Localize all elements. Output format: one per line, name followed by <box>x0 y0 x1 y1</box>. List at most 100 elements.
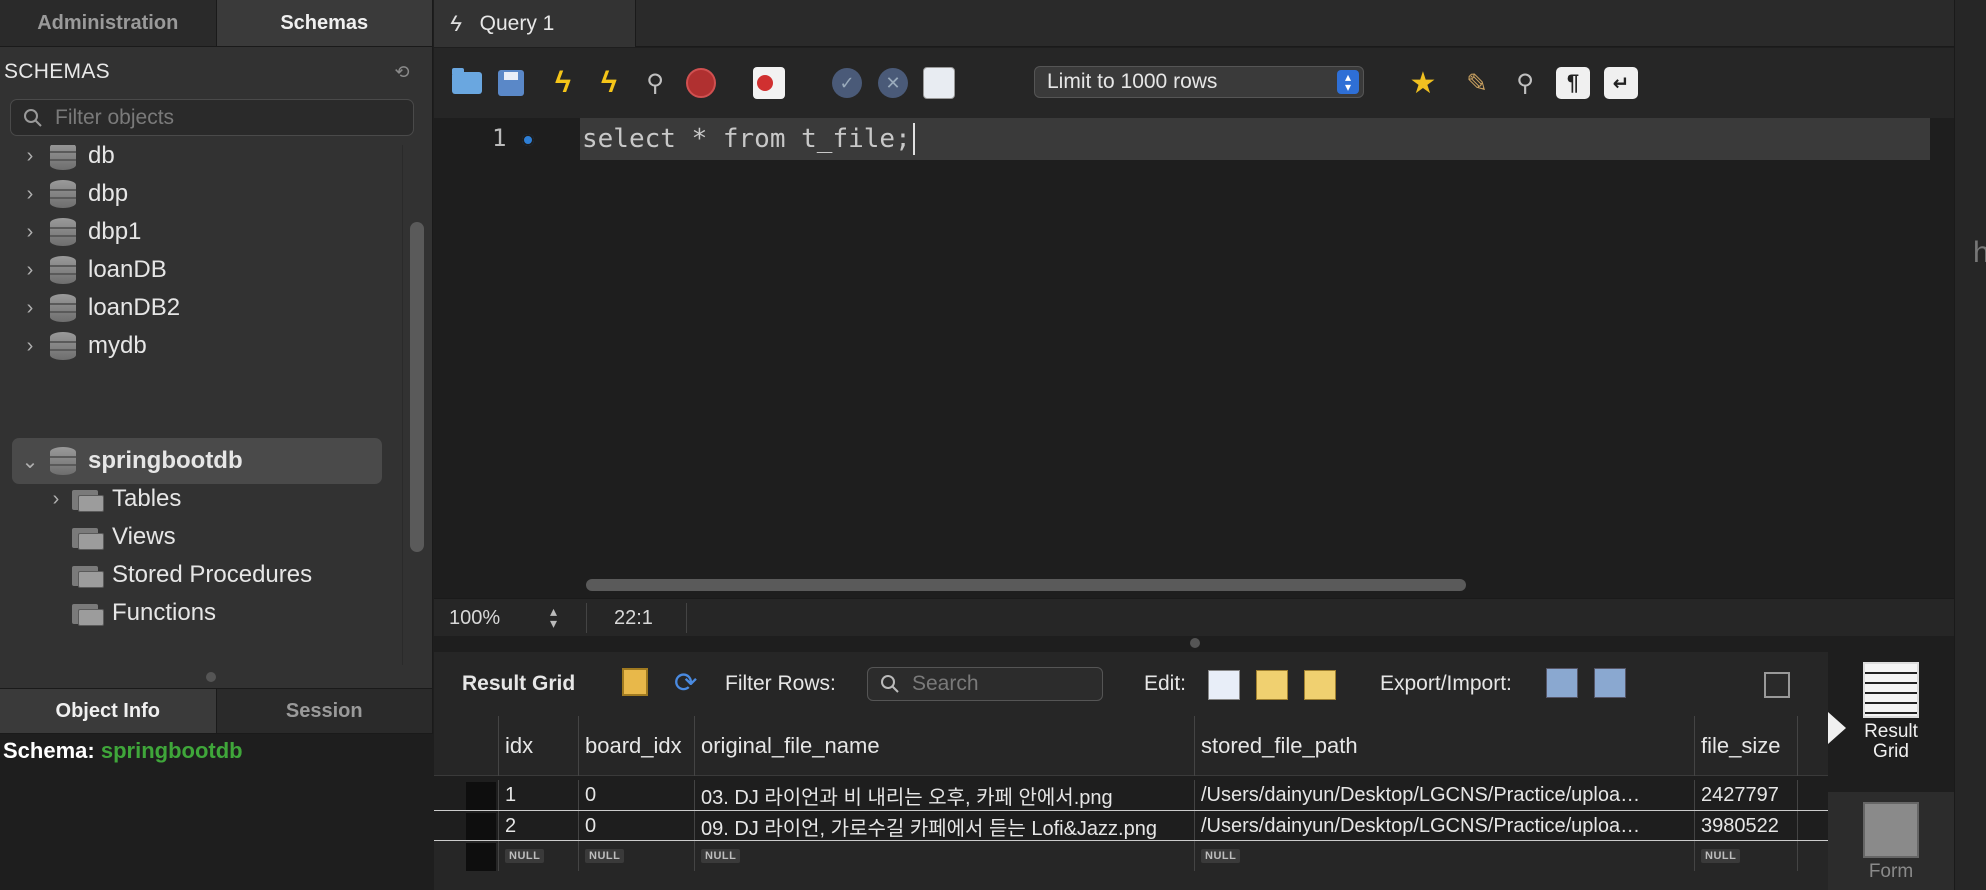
table-cell[interactable]: NULL <box>578 841 694 871</box>
result-grid: idx board_idx original_file_name stored_… <box>434 716 1828 890</box>
form-editor-view-button[interactable]: Form <box>1828 792 1954 890</box>
table-row-new[interactable]: NULL NULL NULL NULL NULL <box>434 840 1828 890</box>
column-header-idx[interactable]: idx <box>498 716 578 776</box>
table-cell[interactable]: /Users/dainyun/Desktop/LGCNS/Practice/up… <box>1194 780 1694 810</box>
execute-current-button[interactable]: ϟ <box>592 66 626 100</box>
table-cell[interactable]: 2427797 <box>1694 780 1798 810</box>
editor-result-splitter-handle[interactable] <box>1190 638 1200 648</box>
refresh-icon[interactable]: ⟲ <box>391 61 413 83</box>
filter-objects-input[interactable] <box>55 105 385 130</box>
stop-button[interactable] <box>684 66 718 100</box>
row-selector[interactable] <box>466 813 496 841</box>
database-icon <box>50 447 76 475</box>
limit-rows-value: Limit to 1000 rows <box>1047 70 1218 93</box>
column-header-file-size[interactable]: file_size <box>1694 716 1798 776</box>
word-wrap-button[interactable]: ↵ <box>1604 66 1638 100</box>
find-button[interactable]: ⚲ <box>1508 66 1542 100</box>
save-button[interactable] <box>494 66 528 100</box>
table-cell[interactable]: NULL <box>1694 841 1798 871</box>
tab-query-1[interactable]: ϟ Query 1 <box>434 0 636 47</box>
database-icon <box>50 145 76 170</box>
refresh-icon[interactable]: ⟳ <box>674 666 697 699</box>
add-snippet-button[interactable]: ★ <box>1406 66 1440 100</box>
commit-button[interactable]: ✓ <box>830 66 864 100</box>
save-icon <box>498 70 524 96</box>
database-icon <box>50 180 76 208</box>
import-icon[interactable] <box>1594 668 1626 698</box>
database-icon <box>50 256 76 284</box>
schema-label: mydb <box>88 332 147 359</box>
grid-icon <box>1863 662 1919 718</box>
invisible-chars-button[interactable]: ¶ <box>1556 66 1590 100</box>
editor-horizontal-scrollbar[interactable] <box>586 579 1466 591</box>
chevron-right-icon[interactable]: › <box>20 145 40 168</box>
tab-session[interactable]: Session <box>217 689 433 733</box>
add-row-icon[interactable] <box>1256 670 1288 700</box>
chevron-down-icon[interactable]: ⌄ <box>20 449 40 474</box>
filter-rows-input[interactable] <box>912 672 1092 696</box>
chevron-right-icon[interactable]: › <box>20 221 40 244</box>
table-cell[interactable]: NULL <box>498 841 578 871</box>
toggle-panel-icon[interactable] <box>1764 672 1790 698</box>
edit-row-icon[interactable] <box>1208 670 1240 700</box>
execute-button[interactable]: ϟ <box>546 66 580 100</box>
object-info-schema-name: springbootdb <box>100 738 243 763</box>
table-cell[interactable]: 1 <box>498 780 578 810</box>
folder-icon <box>72 562 104 588</box>
result-grid-view-button[interactable]: Result Grid <box>1828 652 1954 792</box>
schema-item-mydb[interactable]: › mydb <box>20 323 147 369</box>
grid-toggle-icon[interactable] <box>622 668 648 696</box>
table-row[interactable]: 1 0 03. DJ 라이언과 비 내리는 오후, 카페 안에서.png /Us… <box>434 780 1828 810</box>
filter-rows-label: Filter Rows: <box>725 672 836 695</box>
export-icon[interactable] <box>1546 668 1578 698</box>
stop-on-error-button[interactable] <box>752 66 786 100</box>
line-number: 1 <box>492 124 507 152</box>
tree-item-label: Views <box>112 523 176 550</box>
chevron-right-icon[interactable]: › <box>46 488 66 511</box>
column-header-board-idx[interactable]: board_idx <box>578 716 694 776</box>
table-cell[interactable]: 09. DJ 라이언, 가로수길 카페에서 듣는 Lofi&Jazz.png <box>694 811 1194 841</box>
table-cell[interactable]: NULL <box>694 841 1194 871</box>
row-selector[interactable] <box>466 843 496 871</box>
search-icon: ⚲ <box>1516 69 1534 97</box>
tree-item-functions[interactable]: Functions <box>72 590 216 636</box>
status-divider <box>686 603 687 633</box>
tab-administration[interactable]: Administration <box>0 0 217 46</box>
null-badge: NULL <box>505 849 545 863</box>
left-tab-bar: Administration Schemas <box>0 0 433 47</box>
null-badge: NULL <box>701 849 741 863</box>
table-cell[interactable]: 0 <box>578 780 694 810</box>
tab-schemas[interactable]: Schemas <box>216 0 433 46</box>
chevron-right-icon[interactable]: › <box>20 297 40 320</box>
column-header-original-file-name[interactable]: original_file_name <box>694 716 1194 776</box>
zoom-stepper-icon[interactable]: ▴ ▾ <box>550 604 557 630</box>
autocommit-button[interactable] <box>922 66 956 100</box>
table-cell[interactable]: 3980522 <box>1694 811 1798 841</box>
rollback-button[interactable]: ✕ <box>876 66 910 100</box>
table-cell[interactable]: NULL <box>1194 841 1694 871</box>
explain-button[interactable]: ⚲ <box>638 66 672 100</box>
zoom-level[interactable]: 100% <box>449 607 500 630</box>
open-file-button[interactable] <box>450 66 484 100</box>
autocommit-icon <box>923 67 955 99</box>
chevron-right-icon[interactable]: › <box>20 183 40 206</box>
beautify-button[interactable]: ✎ <box>1460 66 1494 100</box>
table-cell[interactable]: 2 <box>498 811 578 841</box>
chevron-right-icon[interactable]: › <box>20 335 40 358</box>
sql-editor[interactable]: 1 select * from t_file; <box>434 118 1954 598</box>
row-selector[interactable] <box>466 782 496 810</box>
chevron-right-icon[interactable]: › <box>20 259 40 282</box>
broom-icon: ✎ <box>1466 67 1488 98</box>
tree-scrollbar-thumb[interactable] <box>410 222 424 552</box>
table-cell[interactable]: /Users/dainyun/Desktop/LGCNS/Practice/up… <box>1194 811 1694 841</box>
schema-label: db <box>88 145 115 169</box>
delete-row-icon[interactable] <box>1304 670 1336 700</box>
table-row[interactable]: 2 0 09. DJ 라이언, 가로수길 카페에서 듣는 Lofi&Jazz.p… <box>434 810 1828 841</box>
tab-object-info[interactable]: Object Info <box>0 689 217 733</box>
table-cell[interactable]: 0 <box>578 811 694 841</box>
column-header-stored-file-path[interactable]: stored_file_path <box>1194 716 1694 776</box>
panel-splitter-handle[interactable] <box>206 672 216 682</box>
code-line[interactable]: select * from t_file; <box>580 118 1930 160</box>
table-cell[interactable]: 03. DJ 라이언과 비 내리는 오후, 카페 안에서.png <box>694 780 1194 810</box>
limit-rows-select[interactable]: Limit to 1000 rows ▴ ▾ <box>1034 66 1364 98</box>
